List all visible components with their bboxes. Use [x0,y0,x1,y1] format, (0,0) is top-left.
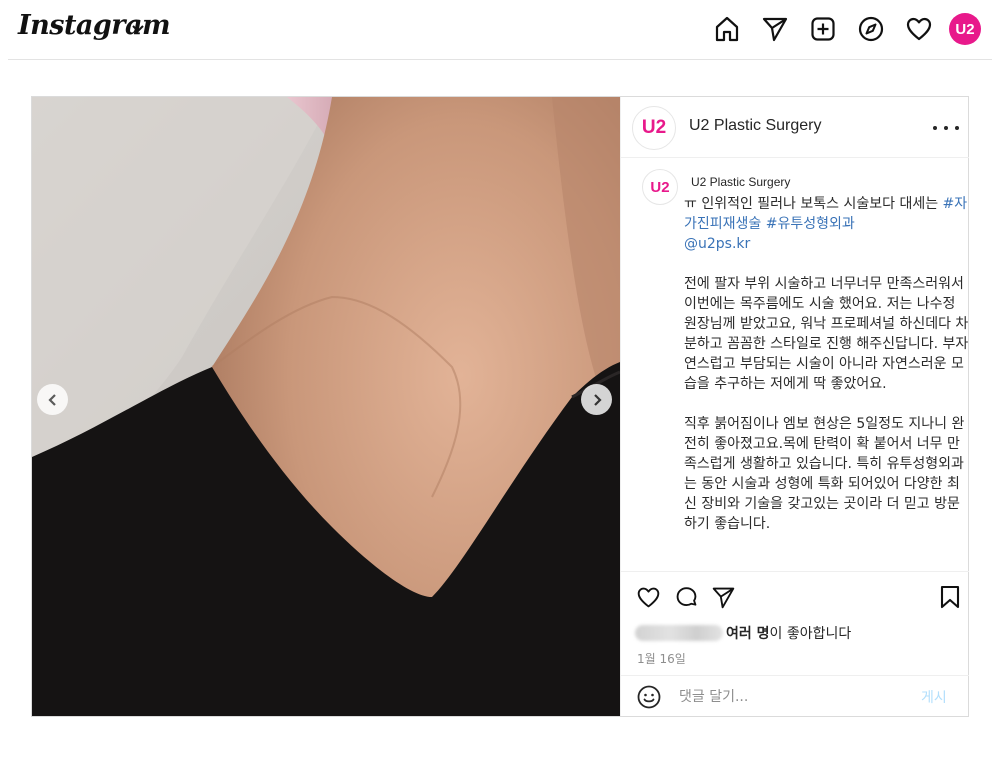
activity-heart-icon[interactable] [904,14,934,44]
comment-input[interactable] [679,685,909,709]
post-photo[interactable] [32,97,620,716]
dot-icon [933,126,937,130]
dot-icon [955,126,959,130]
post-card: U2 U2 Plastic Surgery U2 U2 Plastic Surg… [31,96,969,717]
carousel-next-button[interactable] [581,384,612,415]
caption-paragraph-1: 전에 팔자 부위 시술하고 너무너무 만족스러워서 이번에는 목주름에도 시술 … [684,276,969,392]
emoji-smiley-icon[interactable] [637,685,661,709]
likes-summary[interactable]: 여러 명이 좋아합니다 [635,623,851,643]
explore-icon[interactable] [856,14,886,44]
carousel-prev-button[interactable] [37,384,68,415]
post-comment-button[interactable]: 게시 [921,687,947,707]
chevron-right-icon [593,393,602,406]
caption-author-avatar[interactable]: U2 [642,169,678,205]
new-post-icon[interactable] [808,14,838,44]
caption-avatar-text: U2 [650,178,670,196]
top-navigation-bar: Instagram U2 [0,0,1000,60]
likes-count-label: 여러 명 [726,626,770,642]
post-side-panel: U2 U2 Plastic Surgery U2 U2 Plastic Surg… [620,97,969,716]
mention-link[interactable]: @u2ps.kr [684,236,750,252]
blurred-username [635,625,723,641]
author-avatar-text: U2 [641,117,667,138]
comment-bar: 게시 [621,675,969,716]
like-heart-icon[interactable] [635,584,661,610]
chevron-left-icon [47,393,56,406]
chevron-down-icon[interactable] [131,23,145,35]
hashtag-link[interactable]: #유투성형외과 [766,216,855,232]
instagram-logo[interactable]: Instagram [18,10,171,41]
neck-photo-image [32,97,620,716]
post-header: U2 U2 Plastic Surgery [621,97,969,158]
post-date[interactable]: 1월 16일 [637,650,686,667]
caption-intro: ㅠ 인위적인 필러나 보톡스 시술보다 대세는 [684,196,943,212]
more-options-button[interactable] [933,119,959,137]
share-send-icon[interactable] [710,584,736,610]
dot-icon [944,126,948,130]
comment-bubble-icon[interactable] [673,584,699,610]
likes-suffix: 이 좋아합니다 [769,626,852,642]
nav-divider [8,59,992,60]
caption-scroll-area[interactable]: U2 U2 Plastic Surgery ㅠ 인위적인 필러나 보톡스 시술보… [621,158,969,571]
caption-text: ㅠ 인위적인 필러나 보톡스 시술보다 대세는 #자가진피재생술 #유투성형외과… [684,194,969,534]
profile-avatar[interactable]: U2 [949,13,981,45]
profile-avatar-text: U2 [955,20,975,38]
save-bookmark-icon[interactable] [937,584,963,610]
caption-author-username[interactable]: U2 Plastic Surgery [691,175,790,189]
post-actions: 여러 명이 좋아합니다 1월 16일 [621,571,969,675]
author-avatar[interactable]: U2 [632,106,676,150]
home-icon[interactable] [712,14,742,44]
caption-paragraph-2: 직후 붉어짐이나 엠보 현상은 5일정도 지나니 완전히 좋아졌고요.목에 탄력… [684,416,965,532]
author-username[interactable]: U2 Plastic Surgery [689,117,822,135]
direct-message-icon[interactable] [760,14,790,44]
